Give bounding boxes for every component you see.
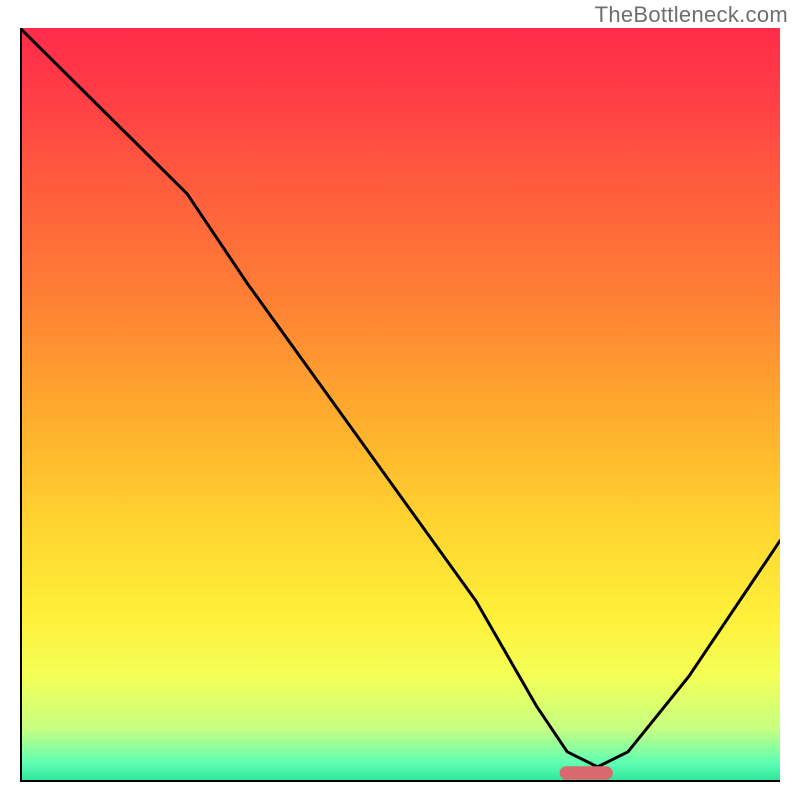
chart-container: TheBottleneck.com [0,0,800,800]
bottleneck-chart [20,28,780,782]
watermark-label: TheBottleneck.com [595,2,788,28]
plot-area [20,28,780,782]
optimal-point-marker [560,766,613,780]
